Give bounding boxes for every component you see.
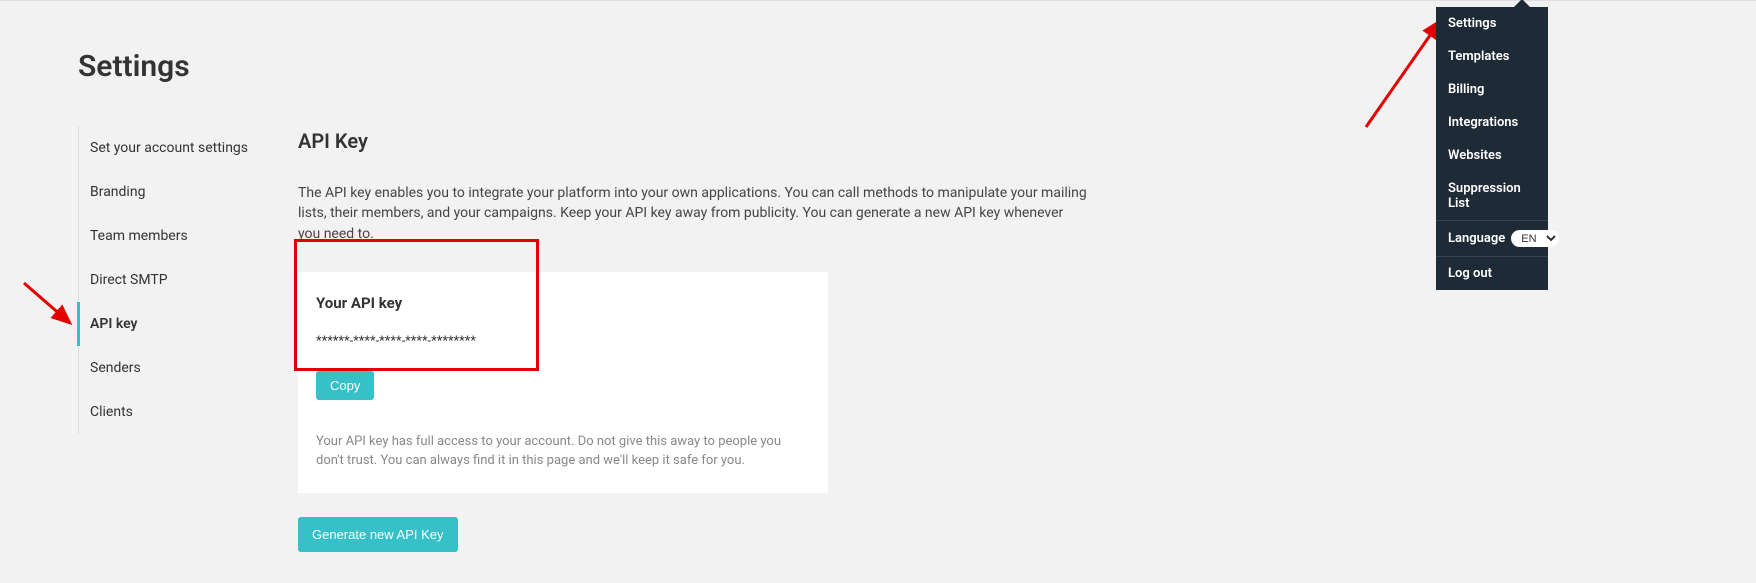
api-key-note: Your API key has full access to your acc… <box>298 418 828 493</box>
dropdown-item-billing[interactable]: Billing <box>1436 73 1548 106</box>
section-description: The API key enables you to integrate you… <box>298 183 1088 244</box>
dropdown-item-integrations[interactable]: Integrations <box>1436 106 1548 139</box>
copy-button[interactable]: Copy <box>316 371 374 400</box>
sidebar-item-senders[interactable]: Senders <box>78 346 278 390</box>
api-key-value: ******-****-****-****-******** <box>316 334 810 349</box>
sidebar-item-label: Clients <box>90 404 133 420</box>
dropdown-item-logout[interactable]: Log out <box>1436 257 1548 290</box>
sidebar-item-label: Set your account settings <box>90 140 248 156</box>
sidebar-item-label: Senders <box>90 360 141 376</box>
dropdown-item-label: Integrations <box>1448 115 1518 130</box>
annotation-arrow-sidebar <box>20 279 80 339</box>
dropdown-item-language[interactable]: Language EN <box>1436 221 1548 256</box>
sidebar-item-clients[interactable]: Clients <box>78 390 278 434</box>
settings-sidebar: Set your account settings Branding Team … <box>78 126 278 434</box>
sidebar-item-api-key[interactable]: API key <box>77 302 278 346</box>
language-select[interactable]: EN <box>1511 230 1559 247</box>
dropdown-item-label: Templates <box>1448 49 1509 64</box>
generate-api-key-button[interactable]: Generate new API Key <box>298 517 458 552</box>
dropdown-item-templates[interactable]: Templates <box>1436 40 1548 73</box>
dropdown-item-label: Log out <box>1448 266 1492 281</box>
dropdown-item-label: Settings <box>1448 16 1496 31</box>
section-title: API Key <box>298 129 1198 153</box>
dropdown-item-label: Billing <box>1448 82 1484 97</box>
sidebar-item-label: Direct SMTP <box>90 272 168 288</box>
dropdown-item-label: Websites <box>1448 148 1502 163</box>
dropdown-item-websites[interactable]: Websites <box>1436 139 1548 172</box>
page-title: Settings <box>78 49 190 84</box>
main-content: API Key The API key enables you to integ… <box>298 129 1198 552</box>
api-key-label: Your API key <box>316 294 810 312</box>
sidebar-item-direct-smtp[interactable]: Direct SMTP <box>78 258 278 302</box>
sidebar-item-label: Team members <box>90 228 188 244</box>
dropdown-language-label: Language <box>1448 231 1505 246</box>
sidebar-item-branding[interactable]: Branding <box>78 170 278 214</box>
dropdown-item-label: Suppression List <box>1448 181 1536 211</box>
sidebar-item-label: Branding <box>90 184 145 200</box>
sidebar-item-label: API key <box>90 316 137 332</box>
account-dropdown: Settings Templates Billing Integrations … <box>1436 7 1548 290</box>
dropdown-item-suppression-list[interactable]: Suppression List <box>1436 172 1548 220</box>
sidebar-item-team-members[interactable]: Team members <box>78 214 278 258</box>
sidebar-item-account-settings[interactable]: Set your account settings <box>78 126 278 170</box>
dropdown-item-settings[interactable]: Settings <box>1436 7 1548 40</box>
api-key-card: Your API key ******-****-****-****-*****… <box>298 272 828 493</box>
